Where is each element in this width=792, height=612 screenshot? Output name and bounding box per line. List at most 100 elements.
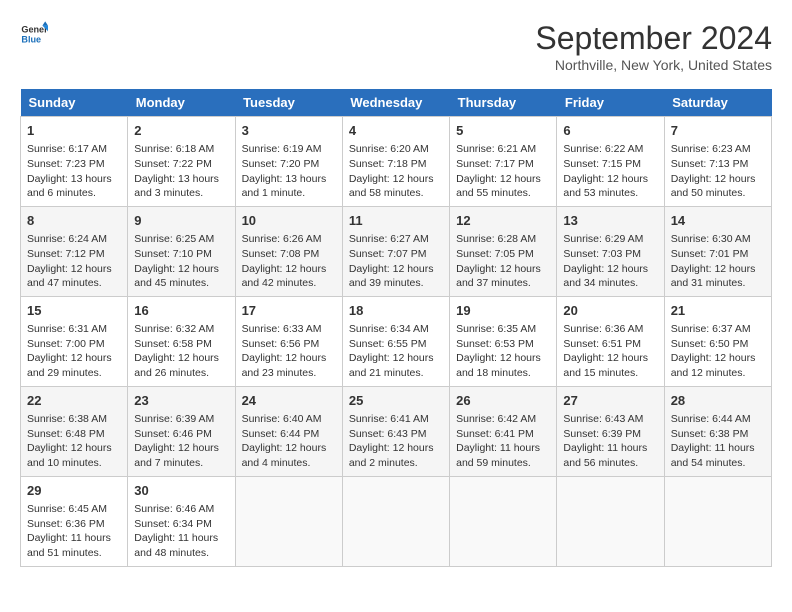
day-info-line: Sunset: 6:48 PM	[27, 428, 105, 440]
day-info-line: Daylight: 12 hours	[27, 442, 112, 454]
calendar-cell: 22Sunrise: 6:38 AMSunset: 6:48 PMDayligh…	[21, 386, 128, 476]
day-info-line: Daylight: 11 hours	[27, 532, 111, 544]
day-info-line: Sunrise: 6:30 AM	[671, 233, 751, 245]
calendar-cell: 23Sunrise: 6:39 AMSunset: 6:46 PMDayligh…	[128, 386, 235, 476]
calendar-cell: 7Sunrise: 6:23 AMSunset: 7:13 PMDaylight…	[664, 117, 771, 207]
day-info-line: Sunrise: 6:41 AM	[349, 413, 429, 425]
day-info-line: and 10 minutes.	[27, 457, 102, 469]
day-info-line: Daylight: 13 hours	[134, 173, 219, 185]
day-info-line: Sunrise: 6:36 AM	[563, 323, 643, 335]
day-info-line: Sunset: 7:13 PM	[671, 158, 749, 170]
day-info-line: and 50 minutes.	[671, 187, 746, 199]
calendar-cell: 12Sunrise: 6:28 AMSunset: 7:05 PMDayligh…	[450, 206, 557, 296]
day-info-line: Sunrise: 6:22 AM	[563, 143, 643, 155]
calendar-cell	[664, 476, 771, 566]
calendar-cell	[342, 476, 449, 566]
calendar-cell: 26Sunrise: 6:42 AMSunset: 6:41 PMDayligh…	[450, 386, 557, 476]
day-info-line: Sunset: 6:55 PM	[349, 338, 427, 350]
day-info-line: and 55 minutes.	[456, 187, 531, 199]
day-info-line: Daylight: 12 hours	[456, 352, 541, 364]
calendar-cell: 8Sunrise: 6:24 AMSunset: 7:12 PMDaylight…	[21, 206, 128, 296]
day-info-line: and 39 minutes.	[349, 277, 424, 289]
calendar-row: 8Sunrise: 6:24 AMSunset: 7:12 PMDaylight…	[21, 206, 772, 296]
day-info-line: Sunset: 7:10 PM	[134, 248, 212, 260]
calendar-cell	[235, 476, 342, 566]
calendar-cell: 17Sunrise: 6:33 AMSunset: 6:56 PMDayligh…	[235, 296, 342, 386]
day-info-line: and 34 minutes.	[563, 277, 638, 289]
day-number: 27	[563, 392, 657, 410]
day-number: 4	[349, 122, 443, 140]
calendar-cell: 24Sunrise: 6:40 AMSunset: 6:44 PMDayligh…	[235, 386, 342, 476]
calendar-cell: 14Sunrise: 6:30 AMSunset: 7:01 PMDayligh…	[664, 206, 771, 296]
day-info-line: Sunrise: 6:45 AM	[27, 503, 107, 515]
day-info-line: Sunrise: 6:18 AM	[134, 143, 214, 155]
day-info-line: Sunset: 6:38 PM	[671, 428, 749, 440]
day-info-line: and 29 minutes.	[27, 367, 102, 379]
day-info-line: and 56 minutes.	[563, 457, 638, 469]
day-info-line: Sunset: 7:22 PM	[134, 158, 212, 170]
day-number: 22	[27, 392, 121, 410]
day-info-line: and 18 minutes.	[456, 367, 531, 379]
day-number: 2	[134, 122, 228, 140]
day-info-line: and 48 minutes.	[134, 547, 209, 559]
day-info-line: Sunrise: 6:40 AM	[242, 413, 322, 425]
svg-text:Blue: Blue	[21, 34, 41, 44]
logo-icon: General Blue	[20, 20, 48, 48]
day-number: 15	[27, 302, 121, 320]
day-number: 17	[242, 302, 336, 320]
day-number: 6	[563, 122, 657, 140]
day-number: 10	[242, 212, 336, 230]
day-info-line: Daylight: 12 hours	[242, 352, 327, 364]
day-info-line: Sunset: 7:00 PM	[27, 338, 105, 350]
day-info-line: Daylight: 12 hours	[671, 173, 756, 185]
day-info-line: Sunrise: 6:32 AM	[134, 323, 214, 335]
day-info-line: and 12 minutes.	[671, 367, 746, 379]
day-info-line: Daylight: 13 hours	[242, 173, 327, 185]
calendar-cell: 11Sunrise: 6:27 AMSunset: 7:07 PMDayligh…	[342, 206, 449, 296]
day-number: 5	[456, 122, 550, 140]
day-number: 8	[27, 212, 121, 230]
day-info-line: and 4 minutes.	[242, 457, 311, 469]
day-info-line: and 58 minutes.	[349, 187, 424, 199]
day-number: 29	[27, 482, 121, 500]
calendar-cell: 20Sunrise: 6:36 AMSunset: 6:51 PMDayligh…	[557, 296, 664, 386]
day-info-line: and 54 minutes.	[671, 457, 746, 469]
day-info-line: Sunrise: 6:24 AM	[27, 233, 107, 245]
day-info-line: Sunrise: 6:27 AM	[349, 233, 429, 245]
day-info-line: Daylight: 12 hours	[27, 352, 112, 364]
day-info-line: Daylight: 11 hours	[563, 442, 647, 454]
col-sunday: Sunday	[21, 89, 128, 117]
calendar-cell: 25Sunrise: 6:41 AMSunset: 6:43 PMDayligh…	[342, 386, 449, 476]
day-info-line: Sunrise: 6:29 AM	[563, 233, 643, 245]
calendar-cell: 5Sunrise: 6:21 AMSunset: 7:17 PMDaylight…	[450, 117, 557, 207]
day-info-line: Sunset: 6:41 PM	[456, 428, 534, 440]
day-info-line: Daylight: 12 hours	[671, 352, 756, 364]
calendar-cell: 3Sunrise: 6:19 AMSunset: 7:20 PMDaylight…	[235, 117, 342, 207]
day-info-line: Daylight: 12 hours	[134, 263, 219, 275]
day-info-line: Sunrise: 6:35 AM	[456, 323, 536, 335]
day-info-line: and 26 minutes.	[134, 367, 209, 379]
day-number: 25	[349, 392, 443, 410]
day-info-line: and 6 minutes.	[27, 187, 96, 199]
calendar-cell: 19Sunrise: 6:35 AMSunset: 6:53 PMDayligh…	[450, 296, 557, 386]
day-info-line: Sunset: 6:44 PM	[242, 428, 320, 440]
col-monday: Monday	[128, 89, 235, 117]
day-info-line: Daylight: 12 hours	[456, 263, 541, 275]
col-tuesday: Tuesday	[235, 89, 342, 117]
day-info-line: and 51 minutes.	[27, 547, 102, 559]
calendar-cell: 29 Sunrise: 6:45 AM Sunset: 6:36 PM Dayligh…	[21, 476, 128, 566]
calendar-cell: 4Sunrise: 6:20 AMSunset: 7:18 PMDaylight…	[342, 117, 449, 207]
day-info-line: Sunrise: 6:37 AM	[671, 323, 751, 335]
day-info-line: Sunset: 6:58 PM	[134, 338, 212, 350]
day-info-line: Sunset: 7:15 PM	[563, 158, 641, 170]
day-info-line: and 1 minute.	[242, 187, 306, 199]
day-info-line: Sunset: 7:03 PM	[563, 248, 641, 260]
day-info-line: Sunset: 6:36 PM	[27, 518, 105, 530]
page-header: General Blue September 2024 Northville, …	[20, 20, 772, 73]
calendar-table: Sunday Monday Tuesday Wednesday Thursday…	[20, 89, 772, 567]
day-info-line: and 45 minutes.	[134, 277, 209, 289]
day-info-line: Sunset: 7:07 PM	[349, 248, 427, 260]
day-info-line: Sunrise: 6:33 AM	[242, 323, 322, 335]
calendar-cell: 30Sunrise: 6:46 AMSunset: 6:34 PMDayligh…	[128, 476, 235, 566]
day-number: 11	[349, 212, 443, 230]
